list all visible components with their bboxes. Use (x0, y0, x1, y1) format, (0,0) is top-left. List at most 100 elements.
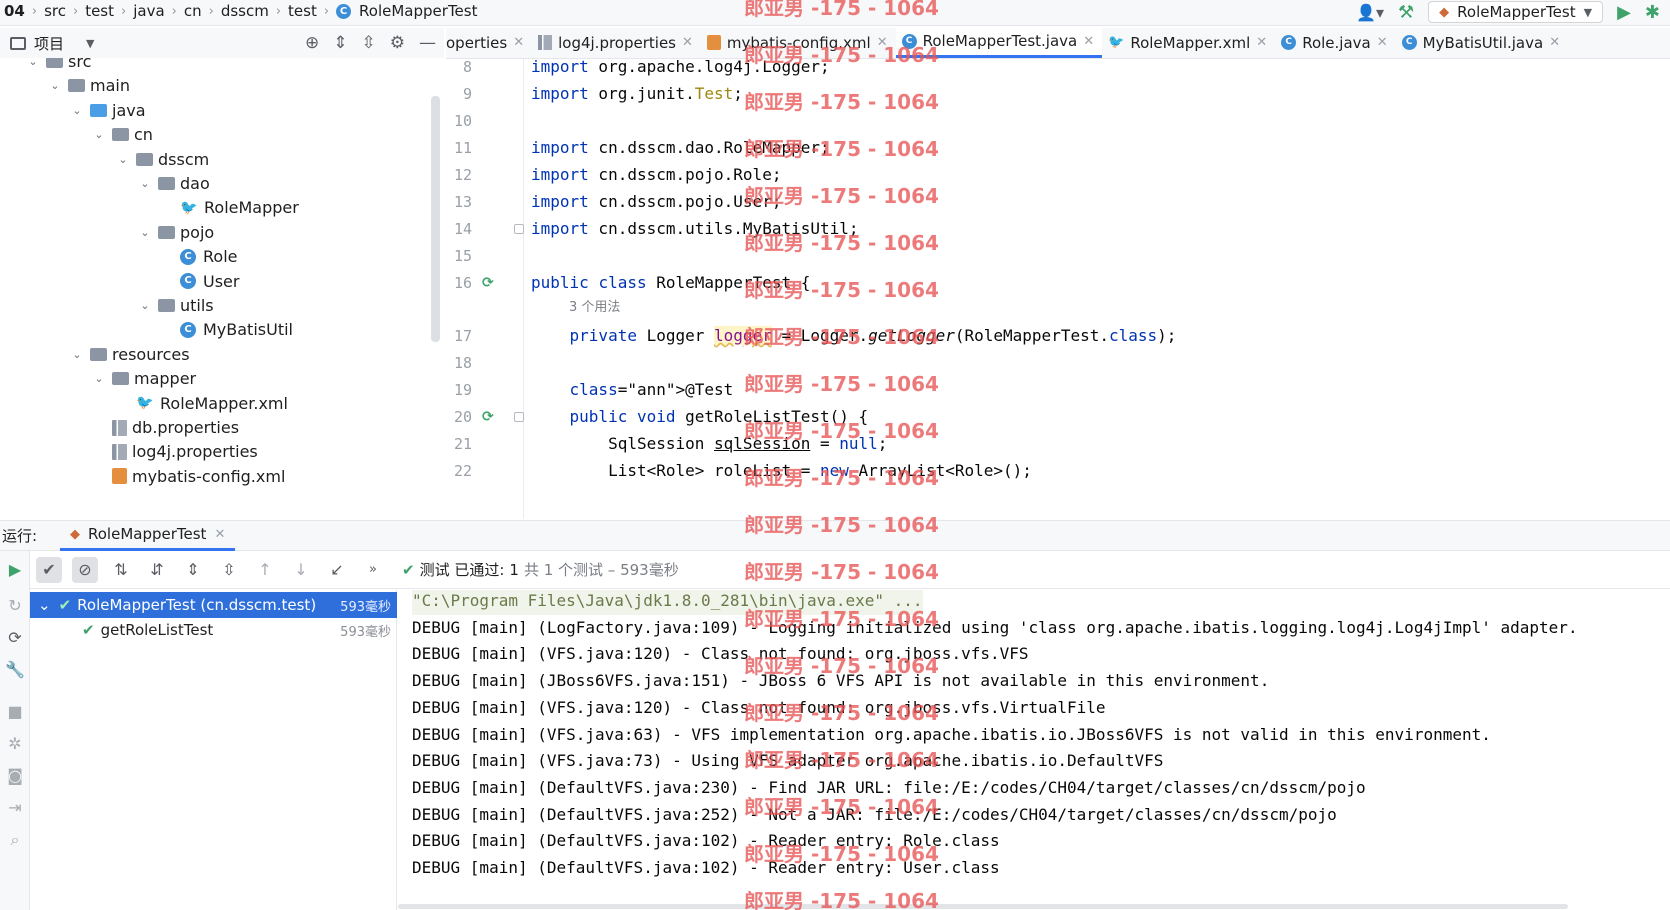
toggle-auto-test-icon[interactable]: ⟳ (4, 627, 26, 649)
tree-item-log4j-properties[interactable]: log4j.properties (92, 439, 258, 464)
close-icon[interactable]: ✕ (1256, 35, 1267, 50)
chevron-down-icon[interactable]: ⌄ (92, 372, 106, 385)
code-line[interactable]: List<Role> roleList = new ArrayList<Role… (531, 457, 1032, 485)
breadcrumb-item-cn[interactable]: cn (180, 2, 206, 20)
close-icon[interactable]: ✕ (877, 35, 888, 50)
usages-hint[interactable]: 3 个用法 (569, 296, 620, 320)
chevron-down-icon[interactable]: ⌄ (138, 226, 152, 239)
close-icon[interactable]: ✕ (1377, 35, 1388, 50)
editor-tab-mybatisutil-java[interactable]: C MyBatisUtil.java ✕ (1396, 28, 1568, 58)
test-suite-row[interactable]: ⌄ ✔ RoleMapperTest (cn.dsscm.test) 593毫秒 (30, 592, 397, 618)
breadcrumb-item-java[interactable]: java (129, 2, 168, 20)
editor-tab-rolemappertest-java[interactable]: C RoleMapperTest.java ✕ (895, 28, 1103, 58)
close-icon[interactable]: ✕ (682, 35, 693, 50)
code-line[interactable]: private Logger logger = Logger.getLogger… (531, 322, 1176, 350)
fold-marker-icon[interactable] (514, 224, 524, 234)
breadcrumb-item-dsscm[interactable]: dsscm (217, 2, 273, 20)
debug-bug-icon[interactable]: ✱ (1645, 2, 1660, 23)
tree-item-mybatis-config-xml[interactable]: mybatis-config.xml (92, 464, 285, 489)
tree-item-pojo[interactable]: ⌄ pojo (138, 220, 214, 245)
test-case-row[interactable]: ✔ getRoleListTest 593毫秒 (30, 617, 397, 643)
run-tab[interactable]: ◆ RoleMapperTest ✕ (60, 520, 236, 551)
tree-item-mybatisutil[interactable]: C MyBatisUtil (160, 317, 293, 342)
code-line[interactable]: import cn.dsscm.dao.RoleMapper; (531, 134, 830, 162)
breadcrumb-item-src[interactable]: src (40, 2, 70, 20)
user-icon[interactable]: 👤▾ (1356, 3, 1384, 22)
build-hammer-icon[interactable]: ⚒ (1398, 2, 1414, 23)
console-horizontal-scrollbar[interactable] (398, 904, 1568, 909)
tree-item-main[interactable]: ⌄ main (48, 73, 130, 98)
arrow-up-icon[interactable]: ↑ (252, 557, 278, 583)
breadcrumb-item-file[interactable]: RoleMapperTest (355, 2, 481, 20)
chevron-down-icon[interactable]: ⌄ (138, 299, 152, 312)
code-line[interactable]: class="ann">@Test (531, 376, 734, 404)
run-icon[interactable]: ▶ (1617, 2, 1631, 23)
run-configuration-selector[interactable]: ◆ RoleMapperTest ▼ (1428, 1, 1604, 23)
editor-tab-log4j-properties[interactable]: log4j.properties ✕ (532, 28, 701, 58)
arrow-down-icon[interactable]: ↓ (288, 557, 314, 583)
editor-tab-mybatis-config-xml[interactable]: mybatis-config.xml ✕ (701, 28, 896, 58)
code-line[interactable]: import cn.dsscm.utils.MyBatisUtil; (531, 215, 859, 243)
code-line[interactable]: SqlSession sqlSession = null; (531, 430, 887, 458)
expand-all-icon[interactable]: ⇕ (333, 33, 347, 53)
code-line[interactable]: public void getRoleListTest() { (531, 403, 869, 431)
run-test-gutter-icon[interactable]: ⟳ (482, 275, 498, 291)
chevron-down-icon[interactable]: ▼ (86, 37, 94, 50)
rerun-icon[interactable]: ▶ (4, 559, 26, 581)
editor-tab-operties[interactable]: operties ✕ (446, 28, 532, 58)
breadcrumb-item-test-package[interactable]: test (284, 2, 321, 20)
import-tests-icon[interactable]: ↙ (324, 557, 350, 583)
chevron-down-icon[interactable]: ⌄ (116, 153, 130, 166)
gear-icon[interactable]: ⚙ (390, 33, 405, 53)
code-area[interactable]: import org.apache.log4j.Logger; import or… (531, 59, 1670, 519)
chevron-down-icon[interactable]: ⌄ (70, 104, 84, 117)
code-line[interactable]: import org.junit.Test; (531, 80, 743, 108)
tree-item-java[interactable]: ⌄ java (70, 98, 145, 123)
chevron-down-icon[interactable]: ⌄ (92, 128, 106, 141)
breadcrumb-item-test[interactable]: test (81, 2, 118, 20)
chevron-down-icon[interactable]: ⌄ (138, 177, 152, 190)
close-icon[interactable]: ✕ (1549, 35, 1560, 50)
search-icon[interactable]: ⌕ (4, 829, 26, 851)
tree-item-rolemapper-xml[interactable]: 🐦 RoleMapper.xml (116, 391, 288, 416)
chevron-down-icon[interactable]: ⌄ (48, 79, 62, 92)
run-test-gutter-icon[interactable]: ⟳ (482, 409, 498, 425)
show-passed-check-icon[interactable]: ✔ (36, 556, 62, 583)
code-line[interactable]: import cn.dsscm.pojo.Role; (531, 161, 781, 189)
fold-marker-icon[interactable] (514, 412, 524, 422)
chevron-down-icon[interactable]: ⌄ (26, 58, 40, 68)
project-tree-scrollbar[interactable] (431, 96, 440, 342)
close-icon[interactable]: ✕ (513, 35, 524, 50)
show-ignored-icon[interactable]: ⊘ (72, 556, 98, 583)
stop-icon[interactable]: ■ (4, 701, 26, 723)
breadcrumb-item-module[interactable]: 04 (0, 2, 29, 20)
tree-item-utils[interactable]: ⌄ utils (138, 293, 213, 318)
tree-item-mapper[interactable]: ⌄ mapper (92, 366, 196, 391)
editor-tab-role-java[interactable]: C Role.java ✕ (1275, 28, 1395, 58)
tree-item-user[interactable]: C User (160, 269, 239, 294)
expand-all-icon[interactable]: ⇕ (180, 557, 206, 583)
sort-duration-icon[interactable]: ⇵ (144, 557, 170, 583)
sort-alpha-icon[interactable]: ⇅ (108, 557, 134, 583)
editor-tab-rolemapper-xml[interactable]: 🐦 RoleMapper.xml ✕ (1102, 28, 1275, 58)
locate-crosshair-icon[interactable]: ⊕ (305, 33, 319, 53)
code-editor[interactable]: 8 9 10 11 12 13 14 15 16 ⟳ 17 18 19 20 ⟳ 21 22 import or… (446, 59, 1670, 519)
rerun-failed-icon[interactable]: ↻ (4, 595, 26, 617)
tree-item-dsscm[interactable]: ⌄ dsscm (116, 147, 209, 172)
code-line[interactable]: public class RoleMapperTest { (531, 269, 810, 297)
collapse-all-icon[interactable]: ⇳ (362, 33, 376, 53)
exit-icon[interactable]: ⇥ (4, 797, 26, 819)
tree-item-db-properties[interactable]: db.properties (92, 415, 239, 440)
code-line[interactable]: import cn.dsscm.pojo.User; (531, 188, 781, 216)
threads-icon[interactable]: ✲ (4, 733, 26, 755)
tree-item-dao[interactable]: ⌄ dao (138, 171, 209, 196)
collapse-all-icon[interactable]: ⇳ (216, 557, 242, 583)
tree-item-role[interactable]: C Role (160, 244, 237, 269)
wrench-icon[interactable]: 🔧 (4, 659, 26, 681)
camera-icon[interactable]: ◙ (4, 765, 26, 787)
close-icon[interactable]: ✕ (1083, 34, 1094, 49)
chevron-down-icon[interactable]: ⌄ (70, 348, 84, 361)
minimize-icon[interactable]: — (419, 33, 436, 53)
more-chevron-icon[interactable]: » (360, 557, 386, 583)
close-icon[interactable]: ✕ (214, 527, 225, 542)
